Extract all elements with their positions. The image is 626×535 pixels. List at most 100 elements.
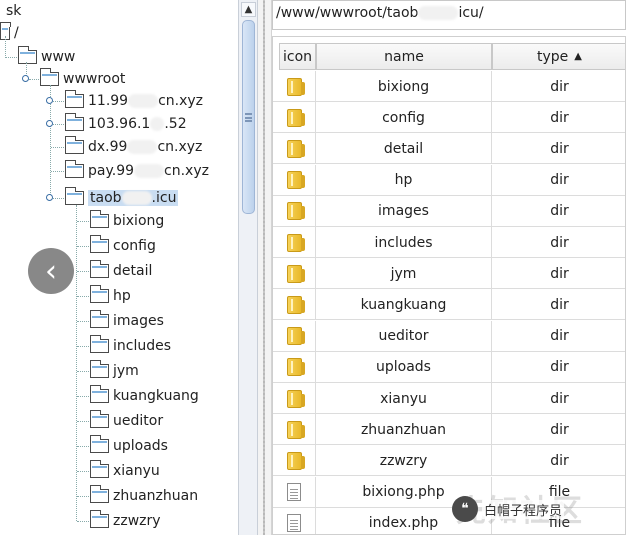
folder-icon xyxy=(89,260,109,278)
column-header-type[interactable]: type ▲ xyxy=(492,43,625,70)
cell-name: ueditor xyxy=(316,320,492,352)
table-row[interactable]: detail dir xyxy=(273,133,625,165)
tree-node-label: images xyxy=(113,313,164,329)
folder-icon xyxy=(89,385,109,403)
tree-node-child[interactable]: kuangkuang xyxy=(89,385,199,407)
tree-node-site[interactable]: pay.99 cn.xyz xyxy=(64,160,209,182)
tree-node-child[interactable]: zzwzry xyxy=(89,510,161,532)
tree-node-child[interactable]: bixiong xyxy=(89,210,165,232)
scroll-up-arrow-icon[interactable]: ▲ xyxy=(241,2,256,17)
tree-node-root[interactable]: / xyxy=(0,22,19,44)
folder-icon xyxy=(89,285,109,303)
table-row[interactable]: ueditor dir xyxy=(273,320,625,352)
tree-node-child[interactable]: xianyu xyxy=(89,460,160,482)
cell-name: config xyxy=(316,102,492,134)
tree-node-site[interactable]: 103.96.1 .52 xyxy=(64,113,187,135)
scrollbar-thumb[interactable] xyxy=(242,20,255,214)
table-row[interactable]: uploads dir xyxy=(273,351,625,383)
tree-node-child[interactable]: ueditor xyxy=(89,410,163,432)
grip-icon xyxy=(245,113,252,122)
tree-node-label: hp xyxy=(113,288,131,304)
collapse-toggle-icon[interactable] xyxy=(46,194,53,201)
table-row[interactable]: zhuanzhuan dir xyxy=(273,414,625,446)
tree-node-child[interactable]: hp xyxy=(89,285,131,307)
tree-node-label: dx.99 cn.xyz xyxy=(88,139,202,155)
tree-node-child[interactable]: includes xyxy=(89,335,172,357)
directory-tree[interactable]: sk / www wwwroot 11.99 cn.xyz 103.96.1 .52… xyxy=(0,0,238,535)
cell-type: dir xyxy=(550,78,569,95)
tree-node-label: includes xyxy=(113,338,172,354)
folder-icon xyxy=(286,202,305,221)
tree-node-child[interactable]: jym xyxy=(89,360,139,382)
tree-node-label: zzwzry xyxy=(113,513,161,529)
column-header-icon[interactable]: icon xyxy=(279,43,316,70)
table-row[interactable]: includes dir xyxy=(273,227,625,258)
cell-name: bixiong xyxy=(316,71,492,102)
site-suffix: .icu xyxy=(151,190,177,206)
tree-node-label: bixiong xyxy=(113,213,165,229)
cell-name: zhuanzhuan xyxy=(316,414,492,446)
file-table[interactable]: icon name type ▲ bixiong dir config dir deta… xyxy=(272,36,626,535)
tree-node-child[interactable]: detail xyxy=(89,260,152,282)
back-button[interactable]: ‹ xyxy=(28,248,74,294)
file-icon xyxy=(287,483,301,502)
watermark-text: 白帽子程序员 xyxy=(482,499,565,519)
column-header-label: type xyxy=(537,48,569,65)
cell-type: dir xyxy=(550,140,569,157)
folder-icon xyxy=(89,510,109,528)
cell-icon xyxy=(273,445,316,477)
expand-toggle-icon[interactable] xyxy=(46,97,53,104)
table-row[interactable]: images dir xyxy=(273,195,625,227)
table-row[interactable]: bixiong dir xyxy=(273,71,625,102)
folder-icon xyxy=(286,295,305,314)
folder-icon xyxy=(89,485,109,503)
cell-type: dir xyxy=(550,172,569,189)
tree-node-label: taob .icu xyxy=(88,190,179,206)
pane-splitter[interactable] xyxy=(258,0,272,535)
tree-node-site[interactable]: dx.99 cn.xyz xyxy=(64,136,202,158)
folder-icon xyxy=(286,233,305,252)
folder-icon xyxy=(89,410,109,428)
cell-icon xyxy=(273,227,316,258)
table-row[interactable]: xianyu dir xyxy=(273,383,625,414)
tree-scrollbar[interactable]: ▲ xyxy=(238,0,258,535)
tree-node-child[interactable]: images xyxy=(89,310,164,332)
cell-name: zzwzry xyxy=(316,445,492,477)
site-suffix: cn.xyz xyxy=(164,163,209,179)
folder-icon xyxy=(89,210,109,228)
table-row[interactable]: config dir xyxy=(273,102,625,134)
table-row[interactable]: hp dir xyxy=(273,164,625,196)
tree-node-site-selected[interactable]: taob .icu xyxy=(64,187,179,209)
tree-node-label: jym xyxy=(113,363,139,379)
wechat-logo-icon: ❝ xyxy=(452,496,478,522)
cell-icon xyxy=(273,71,316,102)
expand-toggle-icon[interactable] xyxy=(22,75,29,82)
folder-icon xyxy=(286,77,305,96)
table-row[interactable]: zzwzry dir xyxy=(273,445,625,477)
column-header-name[interactable]: name xyxy=(316,43,492,70)
tree-node-site[interactable]: 11.99 cn.xyz xyxy=(64,90,203,112)
folder-icon xyxy=(286,389,305,408)
cell-icon xyxy=(273,414,316,446)
cell-type: dir xyxy=(550,390,569,407)
tree-node-wwwroot[interactable]: wwwroot xyxy=(39,68,125,90)
tree-node-child[interactable]: uploads xyxy=(89,435,168,457)
cell-type: dir xyxy=(550,421,569,438)
folder-icon xyxy=(286,420,305,439)
tree-node-label: pay.99 cn.xyz xyxy=(88,163,209,179)
folder-icon xyxy=(89,360,109,378)
cell-type: dir xyxy=(550,328,569,345)
cell-icon xyxy=(273,476,316,508)
cell-name: jym xyxy=(316,258,492,290)
folder-icon xyxy=(286,139,305,158)
cell-type: dir xyxy=(550,452,569,469)
tree-node-child[interactable]: zhuanzhuan xyxy=(89,485,198,507)
folder-icon xyxy=(89,460,109,478)
table-row[interactable]: jym dir xyxy=(273,258,625,290)
tree-node-label: 103.96.1 .52 xyxy=(88,116,187,132)
logo-glyph: ❝ xyxy=(461,501,469,517)
path-bar[interactable]: /www/wwwroot/taob icu/ xyxy=(272,0,626,30)
table-row[interactable]: kuangkuang dir xyxy=(273,289,625,321)
tree-node-child[interactable]: config xyxy=(89,235,156,257)
expand-toggle-icon[interactable] xyxy=(46,120,53,127)
